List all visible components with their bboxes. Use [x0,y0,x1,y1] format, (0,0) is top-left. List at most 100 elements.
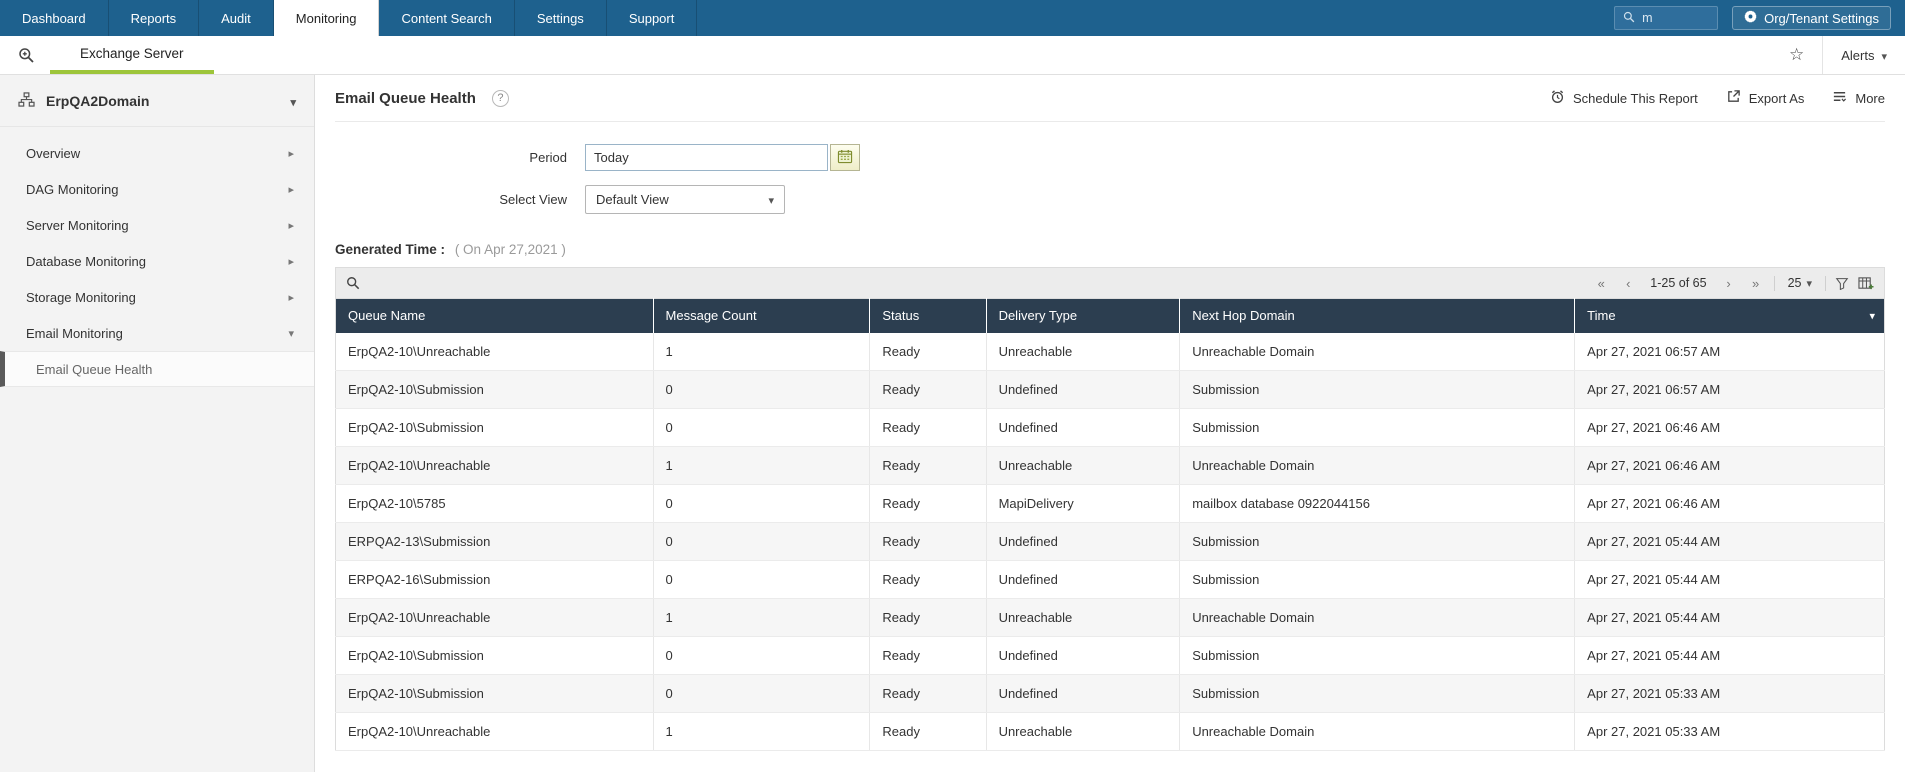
cell-next-hop-domain: mailbox database 0922044156 [1179,484,1575,523]
sidebar-item-email-monitoring[interactable]: Email Monitoring [0,315,314,351]
table-toolbar: « ‹ 1-25 of 65 › » 25 [335,267,1885,298]
sort-desc-icon[interactable]: ▾ [1869,309,1875,322]
generated-time-row: Generated Time : ( On Apr 27,2021 ) [335,242,1885,257]
body-row: ErpQA2Domain Overview DAG Monitoring Ser… [0,75,1905,772]
cell-message-count: 0 [652,674,870,713]
cell-next-hop-domain: Unreachable Domain [1179,712,1575,751]
sidebar-item-database-monitoring[interactable]: Database Monitoring [0,243,314,279]
last-page-button[interactable]: » [1747,276,1765,291]
cell-delivery-type: Unreachable [985,712,1180,751]
table-row: ErpQA2-10\Submission 0 Ready Undefined S… [335,674,1885,713]
export-as-button[interactable]: Export As [1726,89,1804,107]
alarm-clock-icon [1550,89,1565,107]
col-header-status[interactable]: Status [869,298,987,333]
table-search-icon[interactable] [346,276,360,290]
column-chooser-icon[interactable] [1858,276,1874,291]
cell-message-count: 0 [652,370,870,409]
search-icon [1623,11,1635,26]
domain-selector[interactable]: ErpQA2Domain [0,75,314,127]
gear-icon [1744,10,1757,26]
nav-tab-reports[interactable]: Reports [109,0,200,36]
cell-status: Ready [869,560,987,599]
cell-time: Apr 27, 2021 06:57 AM [1574,370,1885,409]
more-button[interactable]: More [1832,89,1885,107]
cell-next-hop-domain: Submission [1179,674,1575,713]
nav-tab-audit[interactable]: Audit [199,0,274,36]
cell-time: Apr 27, 2021 05:33 AM [1574,674,1885,713]
cell-message-count: 0 [652,484,870,523]
cell-delivery-type: Undefined [985,636,1180,675]
sidebar-item-label: Email Monitoring [26,325,123,341]
help-icon[interactable]: ? [491,89,509,107]
module-search-icon[interactable] [0,36,50,74]
global-search-input[interactable]: m [1614,6,1719,30]
alerts-dropdown[interactable]: Alerts [1823,48,1905,63]
filter-icon[interactable] [1835,277,1849,290]
schedule-report-button[interactable]: Schedule This Report [1550,89,1698,107]
table-header: Queue Name Message Count Status Delivery… [335,298,1885,333]
chevron-down-icon [768,192,774,207]
chevron-down-icon [288,327,294,340]
favorite-star-icon[interactable]: ☆ [1771,45,1822,65]
nav-tab-dashboard[interactable]: Dashboard [0,0,109,36]
cell-status: Ready [869,370,987,409]
nav-tab-support[interactable]: Support [607,0,698,36]
col-header-delivery-type[interactable]: Delivery Type [985,298,1180,333]
view-select-value: Default View [596,192,669,207]
nav-tab-monitoring[interactable]: Monitoring [273,0,380,36]
col-header-queue-name[interactable]: Queue Name [335,298,654,333]
table-row: ErpQA2-10\Submission 0 Ready Undefined S… [335,408,1885,447]
chevron-right-icon [288,147,294,160]
cell-status: Ready [869,446,987,485]
sidebar-subitem-email-queue-health[interactable]: Email Queue Health [0,351,314,387]
sidebar-item-storage-monitoring[interactable]: Storage Monitoring [0,279,314,315]
cell-message-count: 0 [652,560,870,599]
table-row: ErpQA2-10\Unreachable 1 Ready Unreachabl… [335,332,1885,371]
cell-delivery-type: Unreachable [985,332,1180,371]
col-header-next-hop-domain[interactable]: Next Hop Domain [1179,298,1575,333]
org-tenant-settings-button[interactable]: Org/Tenant Settings [1732,6,1891,30]
chevron-right-icon [288,291,294,304]
page-size-select[interactable]: 25 [1784,276,1816,290]
tab-exchange-server[interactable]: Exchange Server [50,36,214,74]
cell-delivery-type: Undefined [985,674,1180,713]
first-page-button[interactable]: « [1592,276,1610,291]
report-actions: Schedule This Report Export As More [1550,89,1885,107]
next-page-button[interactable]: › [1720,276,1738,291]
cell-time: Apr 27, 2021 05:44 AM [1574,598,1885,637]
title-row: Email Queue Health ? Schedule This Repor… [335,75,1885,122]
table-row: ERPQA2-13\Submission 0 Ready Undefined S… [335,522,1885,561]
sidebar-item-overview[interactable]: Overview [0,135,314,171]
chevron-right-icon [288,219,294,232]
cell-queue-name: ErpQA2-10\Unreachable [335,712,654,751]
cell-delivery-type: Undefined [985,408,1180,447]
nav-tab-content-search[interactable]: Content Search [379,0,515,36]
cell-message-count: 0 [652,522,870,561]
cell-next-hop-domain: Unreachable Domain [1179,598,1575,637]
table-row: ErpQA2-10\Submission 0 Ready Undefined S… [335,370,1885,409]
calendar-button[interactable] [830,144,860,171]
table-row: ErpQA2-10\Unreachable 1 Ready Unreachabl… [335,598,1885,637]
calendar-icon [837,149,853,167]
col-header-message-count[interactable]: Message Count [652,298,870,333]
cell-queue-name: ErpQA2-10\Submission [335,636,654,675]
prev-page-button[interactable]: ‹ [1619,276,1637,291]
sidebar-item-dag-monitoring[interactable]: DAG Monitoring [0,171,314,207]
cell-time: Apr 27, 2021 05:44 AM [1574,522,1885,561]
table-row: ErpQA2-10\Unreachable 1 Ready Unreachabl… [335,712,1885,751]
col-header-time[interactable]: Time ▾ [1574,298,1885,333]
cell-message-count: 1 [652,598,870,637]
period-input[interactable] [585,144,828,171]
cell-status: Ready [869,522,987,561]
cell-delivery-type: Undefined [985,522,1180,561]
sidebar-item-server-monitoring[interactable]: Server Monitoring [0,207,314,243]
nav-tab-settings[interactable]: Settings [515,0,607,36]
cell-status: Ready [869,484,987,523]
sidebar-item-label: Storage Monitoring [26,289,136,305]
cell-time: Apr 27, 2021 05:44 AM [1574,560,1885,599]
cell-time: Apr 27, 2021 06:46 AM [1574,446,1885,485]
select-view-row: Select View Default View [335,185,1885,214]
view-select[interactable]: Default View [585,185,785,214]
cell-delivery-type: Unreachable [985,446,1180,485]
cell-queue-name: ErpQA2-10\5785 [335,484,654,523]
